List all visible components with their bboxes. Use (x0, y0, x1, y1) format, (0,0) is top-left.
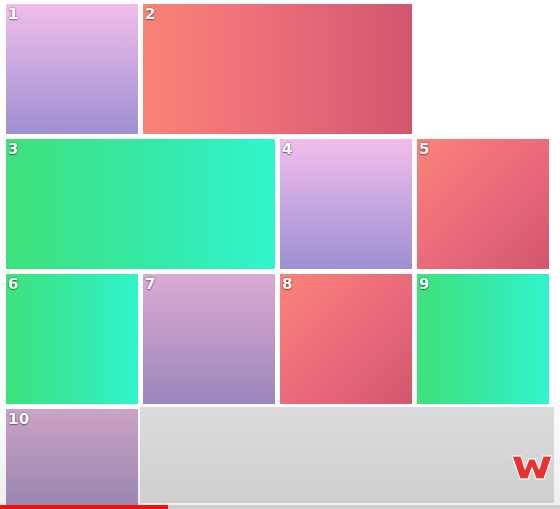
grid-item-10: 10 (6, 409, 138, 505)
grid-item-label: 8 (282, 275, 293, 293)
grid-item-1: 1 (6, 4, 138, 134)
grid-item-label: 5 (419, 140, 430, 158)
grid-item-9: 9 (417, 274, 549, 404)
grid-item-5: 5 (417, 139, 549, 269)
video-frame: 1 2 3 4 5 6 7 8 9 10 (0, 0, 560, 509)
grid-item-label: 4 (282, 140, 293, 158)
grid-item-6: 6 (6, 274, 138, 404)
grid-item-label: 3 (8, 140, 19, 158)
video-progress-bar[interactable] (0, 505, 560, 509)
grid-item-8: 8 (280, 274, 412, 404)
grid-item-label: 2 (145, 5, 156, 23)
grid-item-label: 9 (419, 275, 430, 293)
grid-item-label: 7 (145, 275, 156, 293)
grid-item-3: 3 (6, 139, 275, 269)
grid-item-label: 6 (8, 275, 19, 293)
w-logo-icon (510, 452, 554, 482)
grid-item-7: 7 (143, 274, 275, 404)
grid-empty-area (140, 407, 554, 503)
grid-item-2: 2 (143, 4, 412, 134)
video-progress-fill (0, 505, 168, 509)
grid-item-label: 10 (8, 410, 30, 428)
grid-item-4: 4 (280, 139, 412, 269)
grid-item-label: 1 (8, 5, 19, 23)
